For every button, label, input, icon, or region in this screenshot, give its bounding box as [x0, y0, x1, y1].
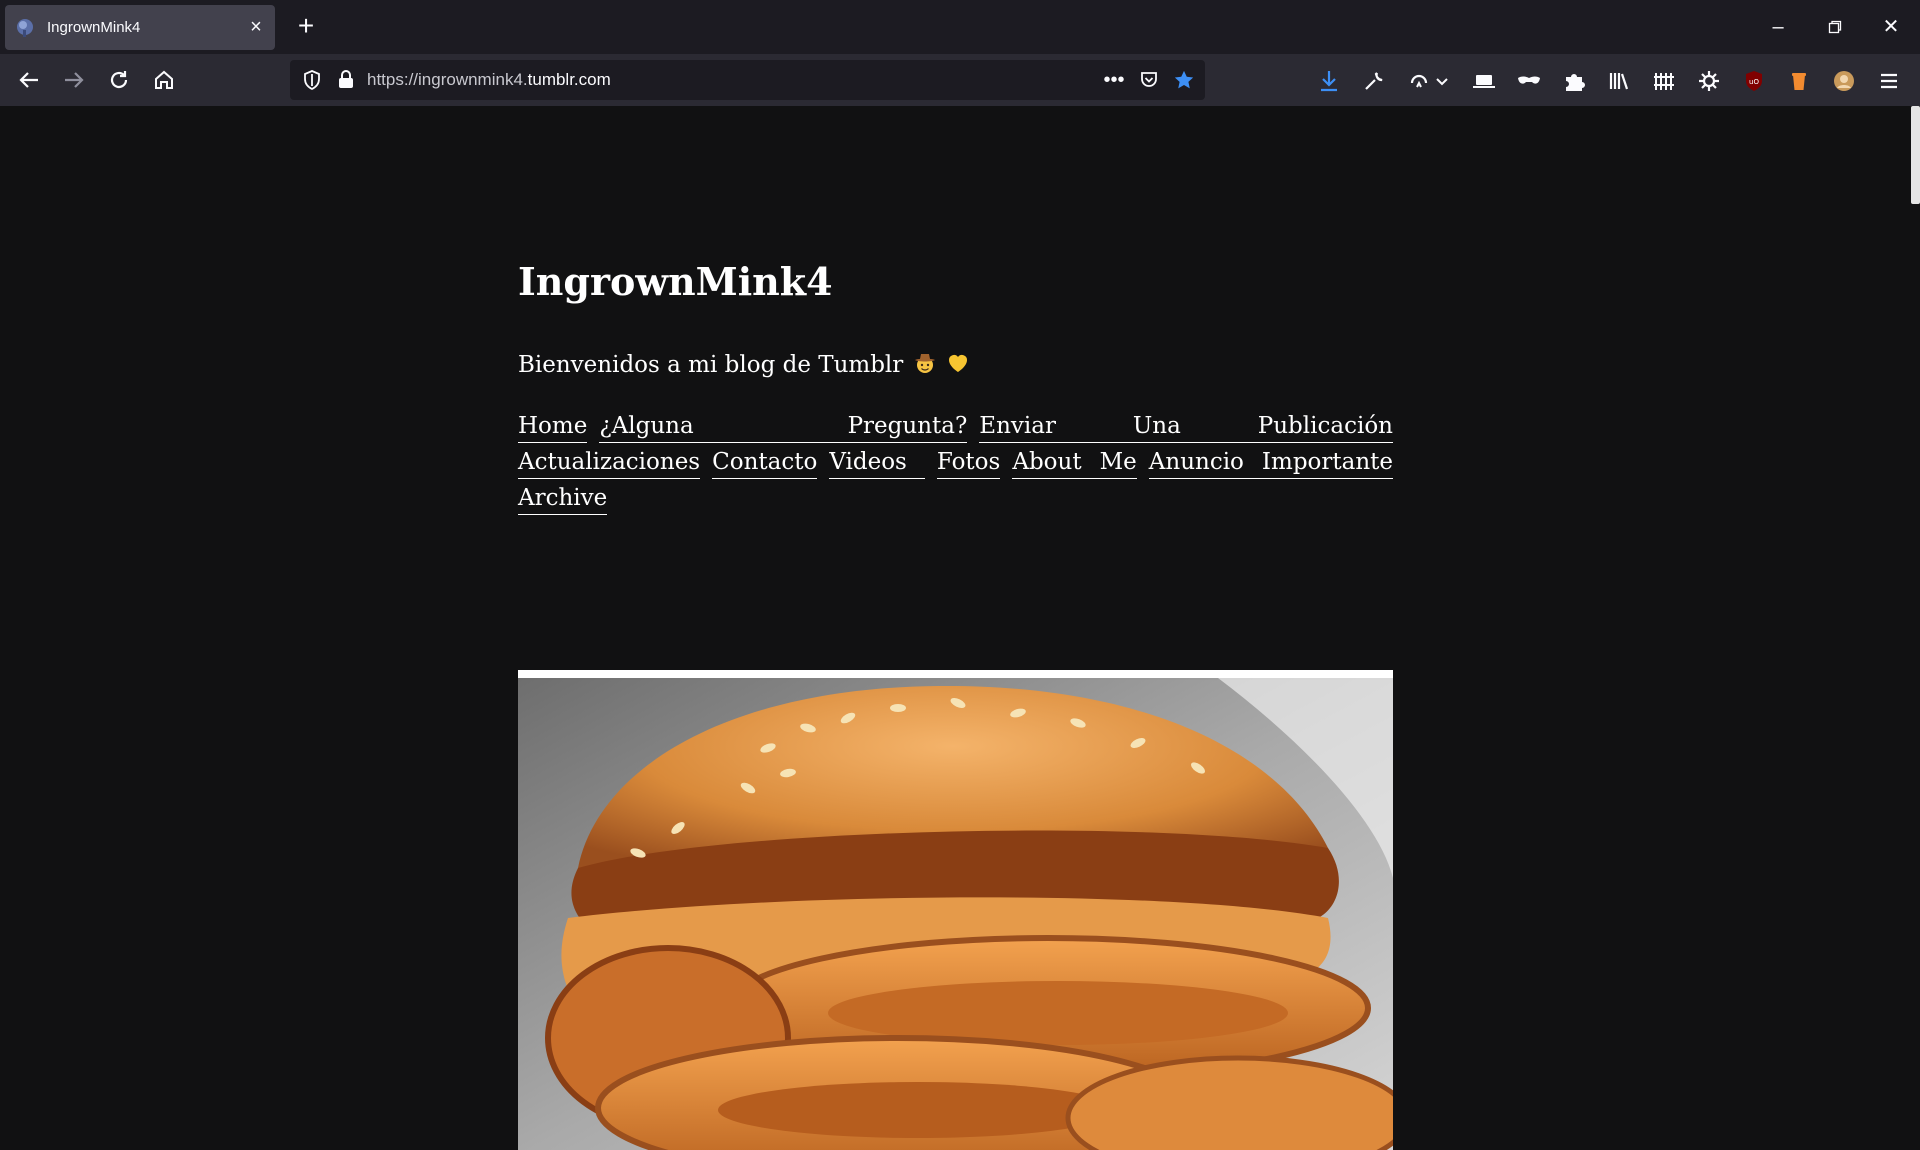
tab-title: IngrownMink4 [47, 19, 141, 36]
nav-link-word: Importante [1261, 449, 1394, 475]
blog-nav-row: Archive [518, 484, 1393, 520]
nav-link-word: Fotos [936, 449, 1001, 475]
bookmark-star-icon[interactable] [1170, 66, 1198, 94]
laptop-icon[interactable] [1470, 67, 1498, 95]
blog-navigation: Home ¿Alguna Pregunta? Enviar Una Publicación… [518, 412, 1394, 520]
home-icon[interactable] [147, 63, 181, 97]
page-actions-menu-icon[interactable]: ••• [1100, 66, 1128, 94]
nav-link-word: Home [518, 413, 588, 439]
nav-link-word: Pregunta? [847, 413, 968, 439]
page-content: IngrownMink4 Bienvenidos a mi blog de Tu… [0, 106, 1920, 1150]
settings-gear-icon[interactable] [1695, 67, 1723, 95]
pocket-icon[interactable] [1135, 66, 1163, 94]
extensions-puzzle-icon[interactable] [1560, 67, 1588, 95]
nav-link-ask[interactable]: ¿Alguna Pregunta? [599, 412, 968, 443]
blog-nav-row: Actualizaciones Contacto Videos Fotos About M… [518, 448, 1394, 484]
url-text[interactable]: https://ingrownmink4.tumblr.com [367, 70, 611, 90]
close-tab-icon[interactable]: × [245, 16, 267, 38]
hamburger-menu-icon[interactable] [1875, 67, 1903, 95]
blog-nav-row: Home ¿Alguna Pregunta? Enviar Una Publicación [518, 412, 1393, 448]
nav-link-about[interactable]: About Me [1012, 448, 1137, 479]
reload-icon[interactable] [102, 63, 136, 97]
wrench-icon[interactable] [1360, 67, 1388, 95]
nav-link-word: Actualizaciones [518, 449, 701, 475]
close-window-icon[interactable]: ✕ [1876, 12, 1906, 42]
nav-link-word: About [1012, 449, 1082, 475]
nav-link-videos[interactable]: Videos [829, 448, 925, 479]
active-tab[interactable]: IngrownMink4 × [5, 5, 275, 50]
yellow-heart-emoji-icon [948, 355, 967, 372]
onion-ring-burger-photo[interactable] [518, 678, 1393, 1150]
tumblr-favicon-icon [17, 19, 33, 37]
nav-link-notice[interactable]: Anuncio Importante [1148, 448, 1394, 479]
nav-link-word: Contacto [712, 449, 818, 475]
nav-link-word: ¿Alguna [599, 413, 694, 439]
nav-link-word: Videos [829, 449, 907, 475]
downloads-icon[interactable] [1315, 67, 1343, 95]
navigation-toolbar: https://ingrownmink4.tumblr.com ••• uO [0, 54, 1920, 106]
lock-icon[interactable] [334, 68, 358, 92]
cookie-autodelete-icon[interactable] [1785, 67, 1813, 95]
url-bar[interactable]: https://ingrownmink4.tumblr.com ••• [290, 60, 1205, 100]
tracking-protection-shield-icon[interactable] [300, 68, 324, 92]
blog-description: Bienvenidos a mi blog de Tumblr [518, 351, 970, 378]
nav-link-submit[interactable]: Enviar Una Publicación [979, 412, 1393, 443]
new-tab-icon[interactable]: + [291, 12, 321, 42]
ublock-origin-icon[interactable]: uO [1740, 67, 1768, 95]
nav-link-word: Enviar [979, 413, 1056, 439]
nav-link-archive[interactable]: Archive [518, 484, 608, 515]
restore-window-icon[interactable] [1820, 12, 1850, 42]
svg-text:uO: uO [1749, 78, 1759, 86]
cowboy-face-emoji-icon [914, 354, 935, 373]
nav-link-photos[interactable]: Fotos [936, 448, 1001, 479]
chevron-down-icon[interactable] [1434, 67, 1450, 95]
nav-link-word: Publicación [1257, 413, 1393, 439]
tab-strip: IngrownMink4 × + – ✕ [0, 0, 1920, 54]
nav-link-word: Una [1132, 413, 1181, 439]
nav-link-word: Archive [518, 485, 608, 511]
nav-link-contact[interactable]: Contacto [712, 448, 818, 479]
page-scrollbar-thumb[interactable] [1911, 106, 1920, 204]
nav-link-updates[interactable]: Actualizaciones [518, 448, 701, 479]
photo-post [518, 670, 1393, 1150]
blog-description-text: Bienvenidos a mi blog de Tumblr [518, 352, 904, 378]
nav-link-word: Anuncio [1148, 449, 1244, 475]
blog-title[interactable]: IngrownMink4 [518, 259, 833, 304]
forward-icon[interactable] [57, 63, 91, 97]
back-icon[interactable] [12, 63, 46, 97]
sync-icon[interactable] [1405, 67, 1433, 95]
mask-icon[interactable] [1515, 67, 1543, 95]
minimize-window-icon[interactable]: – [1763, 12, 1793, 42]
nav-link-word: Me [1099, 449, 1137, 475]
fence-icon[interactable] [1650, 67, 1678, 95]
library-icon[interactable] [1605, 67, 1633, 95]
account-avatar-icon[interactable] [1830, 67, 1858, 95]
nav-link-home[interactable]: Home [518, 412, 588, 443]
